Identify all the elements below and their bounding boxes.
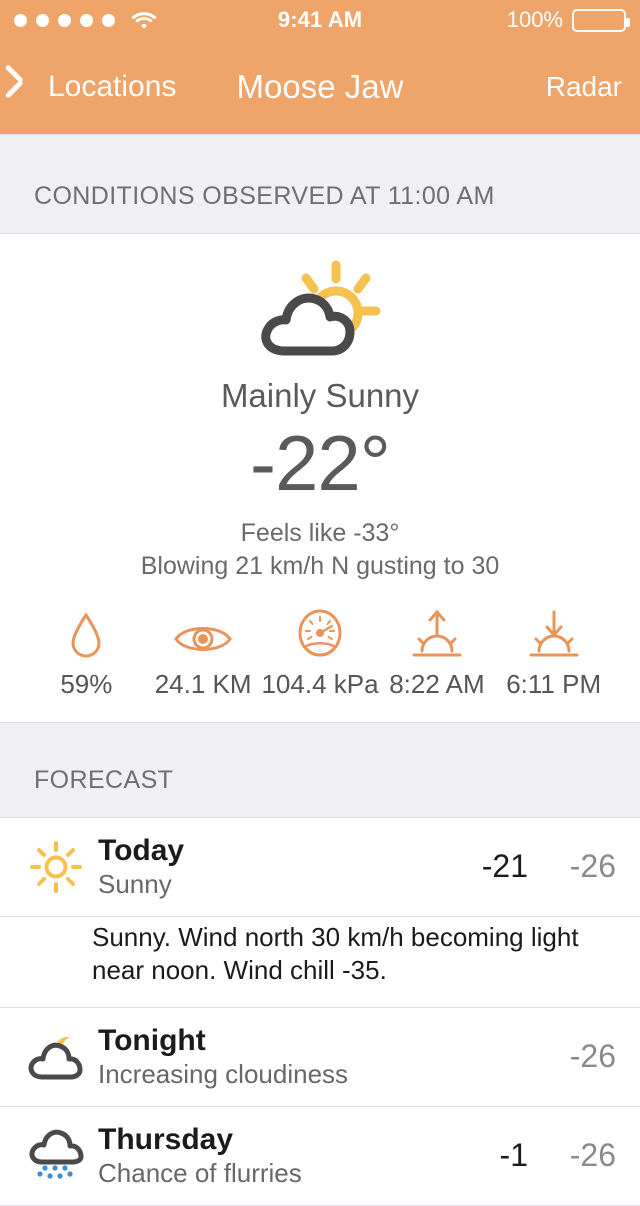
metric-sunrise-value: 8:22 AM: [389, 668, 485, 699]
forecast-row-text: Thursday Chance of flurries: [92, 1123, 432, 1189]
metric-pressure: 104.4 kPa: [261, 607, 379, 700]
forecast-description: Increasing cloudiness: [98, 1059, 349, 1090]
weather-app-screen: 9:41 AM 100% Locations Moose Jaw Radar C…: [0, 0, 640, 1206]
forecast-section-header: FORECAST: [0, 721, 640, 818]
forecast-row-tonight[interactable]: Tonight Increasing cloudiness -26: [0, 1007, 640, 1107]
moon-behind-cloud-icon: [20, 1031, 92, 1083]
forecast-description: Sunny: [98, 869, 172, 900]
forecast-day-label: Thursday: [98, 1122, 234, 1156]
metrics-row: 59% 24.1 KM 104.4 kPa 8:22 AM 6:11 PM: [0, 581, 640, 722]
forecast-day-label: Today: [98, 833, 185, 867]
metric-sunset: 6:11 PM: [495, 607, 612, 700]
forecast-temperatures: -26: [432, 1038, 616, 1075]
forecast-row-text: Today Sunny: [92, 834, 432, 900]
forecast-low-temp: -26: [569, 1038, 616, 1075]
back-button[interactable]: Locations: [18, 70, 176, 104]
humidity-droplet-icon: [69, 607, 103, 659]
sunrise-icon: [410, 607, 464, 659]
condition-summary: Mainly Sunny: [220, 377, 420, 414]
forecast-temperatures: -21 -26: [432, 848, 616, 885]
forecast-high-temp: -21: [481, 848, 528, 885]
forecast-row-text: Tonight Increasing cloudiness: [92, 1024, 432, 1090]
radar-button[interactable]: Radar: [546, 71, 622, 103]
wind-label: Blowing 21 km/h N gusting to 30: [140, 551, 500, 580]
forecast-high-temp: -1: [499, 1137, 528, 1174]
sun-icon: [20, 839, 92, 895]
metric-pressure-value: 104.4 kPa: [261, 668, 379, 699]
forecast-day-label: Tonight: [98, 1023, 206, 1057]
sun-behind-cloud-icon: [0, 256, 640, 361]
pressure-gauge-icon: [297, 607, 343, 659]
forecast-row-today[interactable]: Today Sunny -21 -26: [0, 817, 640, 918]
current-conditions-panel: Mainly Sunny -22° Feels like -33° Blowin…: [0, 234, 640, 722]
status-bar-time: 9:41 AM: [277, 7, 363, 32]
forecast-description: Chance of flurries: [98, 1158, 302, 1189]
metric-visibility-value: 24.1 KM: [154, 668, 252, 699]
visibility-eye-icon: [173, 607, 233, 659]
metric-visibility: 24.1 KM: [145, 607, 262, 700]
current-temperature: -22°: [250, 419, 391, 507]
metric-humidity-value: 59%: [60, 668, 113, 699]
back-button-label: Locations: [48, 70, 177, 103]
forecast-low-temp: -26: [569, 848, 616, 885]
status-bar: 9:41 AM 100%: [0, 0, 640, 40]
navigation-bar: Locations Moose Jaw Radar: [0, 40, 640, 134]
forecast-row-thursday[interactable]: Thursday Chance of flurries -1 -26: [0, 1106, 640, 1206]
sunset-icon: [527, 607, 581, 659]
cloud-flurries-icon: [20, 1128, 92, 1184]
forecast-detail-today: Sunny. Wind north 30 km/h becoming light…: [0, 917, 640, 1008]
chevron-left-icon: [18, 70, 38, 104]
metric-sunrise: 8:22 AM: [379, 607, 496, 700]
battery-icon: [572, 8, 630, 32]
conditions-section-header: CONDITIONS OBSERVED AT 11:00 AM: [0, 134, 640, 234]
metric-sunset-value: 6:11 PM: [506, 668, 602, 699]
feels-like-label: Feels like -33°: [240, 518, 400, 547]
forecast-temperatures: -1 -26: [432, 1137, 616, 1174]
forecast-low-temp: -26: [569, 1137, 616, 1174]
metric-humidity: 59%: [28, 607, 145, 700]
